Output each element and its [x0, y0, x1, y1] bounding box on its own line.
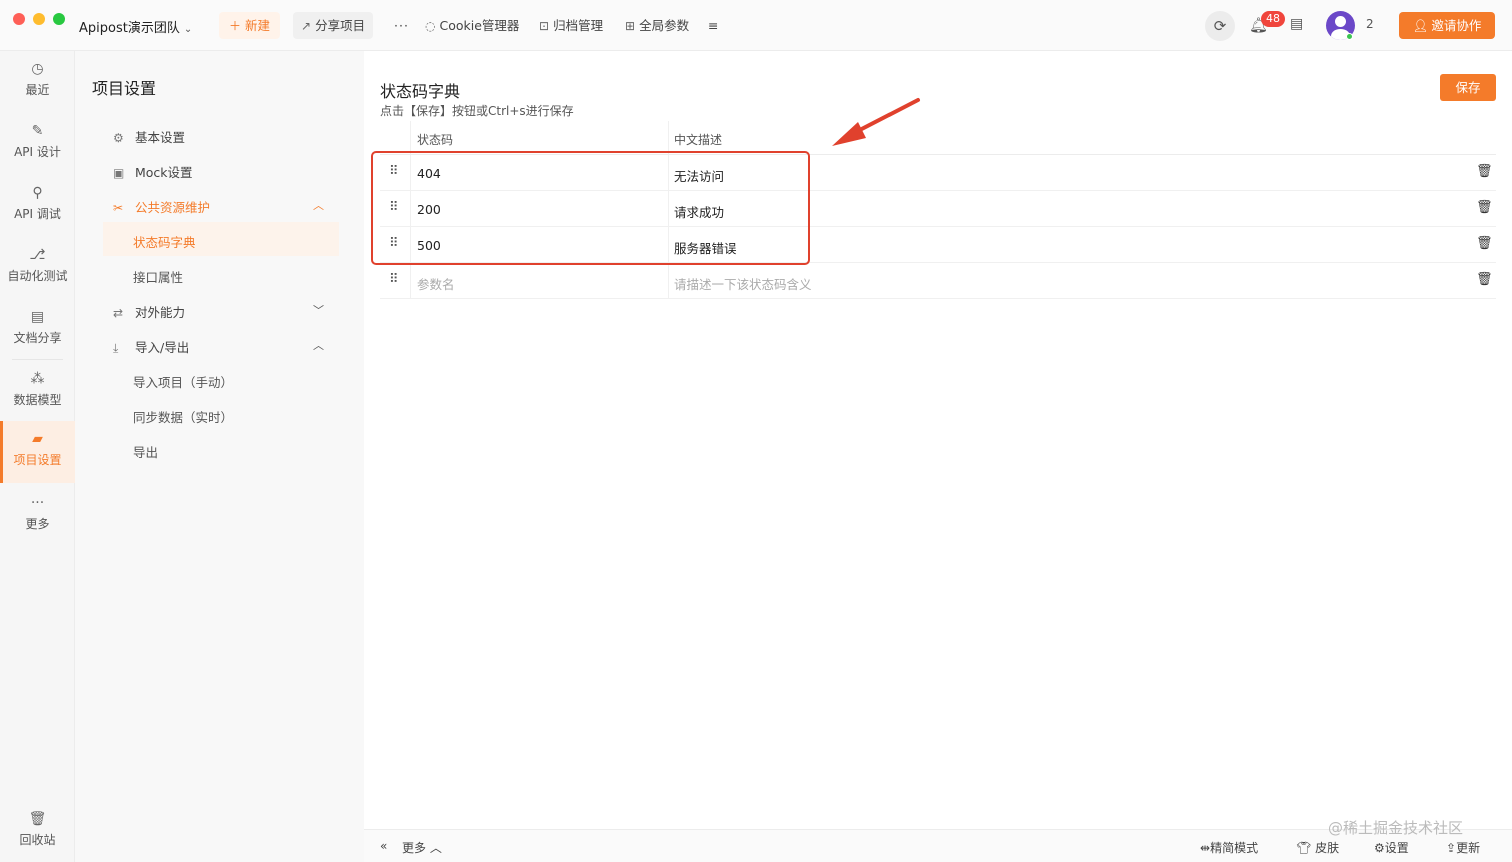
gear-icon: ⚙ — [113, 131, 124, 145]
sync-icon[interactable]: ⟳ — [1205, 11, 1235, 41]
rail-item-recent[interactable]: ◷ 最近 — [0, 61, 75, 105]
tools-icon: ✂ — [113, 201, 124, 215]
save-button[interactable]: 保存 — [1440, 74, 1496, 101]
archive-icon: ⊡ — [539, 19, 550, 33]
collapse-toolbar-icon[interactable]: ≡ — [700, 12, 726, 39]
menu-title: 项目设置 — [92, 79, 157, 98]
compact-icon: ⇹ — [1200, 841, 1211, 855]
user-icon: 👤︎ — [1412, 18, 1429, 33]
import-icon: ⤓ — [113, 341, 119, 355]
new-description-input[interactable]: 请描述一下该状态码含义 — [674, 274, 812, 293]
global-params-button[interactable]: ⊞ 全局参数 — [617, 12, 697, 39]
menu-item-interface-attrs[interactable]: 接口属性 — [133, 267, 183, 286]
rocket-icon: ⚲ — [32, 185, 43, 201]
trash-icon[interactable]: 🗑︎ — [1476, 236, 1493, 251]
new-status-code-input[interactable]: 参数名 — [417, 274, 455, 293]
mock-icon: ▣ — [113, 166, 125, 180]
page-title: 状态码字典 — [380, 82, 461, 101]
plus-icon: ＋ — [229, 19, 242, 33]
online-status-dot — [1346, 33, 1353, 40]
table-header: 状态码 中文描述 — [380, 121, 1496, 155]
skin-button[interactable]: 👕︎ 皮肤 — [1296, 839, 1339, 856]
watermark: @稀土掘金技术社区 — [1328, 819, 1464, 837]
chevron-up-icon[interactable]: ︿ — [313, 337, 324, 353]
rail-item-api-debug[interactable]: ⚲ API 调试 — [0, 185, 75, 229]
rail-item-auto-test[interactable]: ⎇ 自动化测试 — [0, 247, 75, 291]
menu-item-sync-data[interactable]: 同步数据（实时） — [133, 407, 233, 426]
clock-icon: ◷ — [31, 61, 44, 77]
rail-item-doc-share[interactable]: ▤ 文档分享 — [0, 309, 75, 353]
invite-button[interactable]: 👤︎ 邀请协作 — [1399, 12, 1495, 39]
annotation-box — [371, 151, 810, 265]
docs-icon[interactable]: ▤ — [1290, 16, 1303, 32]
archive-manager-button[interactable]: ⊡ 归档管理 — [531, 12, 611, 39]
more-icon: ··· — [30, 495, 45, 511]
shirt-icon: 👕︎ — [1296, 841, 1316, 855]
edit-icon: ✎ — [31, 123, 44, 139]
more-menu-button[interactable]: ··· — [386, 12, 417, 39]
minimize-window-button[interactable] — [33, 13, 45, 25]
notification-badge: 48 — [1261, 11, 1285, 27]
chevron-up-icon[interactable]: ︿ — [313, 197, 324, 213]
trash-icon[interactable]: 🗑︎ — [1476, 200, 1493, 215]
menu-item-export[interactable]: 导出 — [133, 442, 158, 461]
new-button[interactable]: ＋新建 — [219, 12, 281, 39]
rail-divider — [12, 359, 63, 360]
maximize-window-button[interactable] — [53, 13, 65, 25]
share-icon: ↗ — [301, 19, 312, 33]
table-row-new: ⠿ 参数名 请描述一下该状态码含义 🗑︎ — [380, 263, 1496, 299]
menu-item-public-resources[interactable]: ✂ 公共资源维护 — [113, 197, 210, 216]
rail-item-data-model[interactable]: ⁂ 数据模型 — [0, 371, 75, 415]
chevron-up-icon: ︿ — [426, 841, 442, 855]
member-count[interactable]: 2 — [1366, 17, 1374, 31]
drag-handle-icon[interactable]: ⠿ — [389, 272, 398, 287]
rail-item-api-design[interactable]: ✎ API 设计 — [0, 123, 75, 167]
collapse-sidebar-icon[interactable]: « — [380, 839, 387, 853]
menu-item-mock[interactable]: ▣ Mock设置 — [113, 162, 193, 181]
share-project-button[interactable]: ↗ 分享项目 — [293, 12, 374, 39]
annotation-arrow — [832, 98, 920, 146]
chevron-down-icon: ⌄ — [183, 24, 193, 35]
rail-item-trash[interactable]: 🗑︎ 回收站 — [0, 811, 75, 855]
cookie-icon: ◌ — [425, 19, 436, 33]
team-selector[interactable]: Apipost演示团队 ⌄ — [79, 17, 192, 36]
bottom-more-button[interactable]: 更多 ︿ — [402, 839, 442, 856]
flow-icon: ⎇ — [29, 247, 46, 263]
model-icon: ⁂ — [30, 371, 45, 387]
team-name: Apipost演示团队 — [79, 21, 180, 36]
trash-icon[interactable]: 🗑︎ — [1476, 164, 1493, 179]
page-hint: 点击【保存】按钮或Ctrl+s进行保存 — [380, 104, 574, 118]
menu-item-external[interactable]: ⇄ 对外能力 — [113, 302, 185, 321]
settings-button[interactable]: ⚙设置 — [1374, 839, 1409, 856]
cookie-manager-button[interactable]: ◌ Cookie管理器 — [417, 12, 527, 39]
settings-menu: 项目设置 ⚙ 基本设置 ▣ Mock设置 ✂ 公共资源维护 ︿ 状态码字典 接口属性 … — [75, 51, 364, 862]
top-bar: Apipost演示团队 ⌄ ＋新建 ↗ 分享项目 ··· ◌ Cookie管理器 ⊡ 归… — [0, 0, 1512, 51]
external-icon: ⇄ — [113, 306, 124, 320]
gear-icon: ⚙ — [1374, 841, 1385, 855]
left-rail: ◷ 最近 ✎ API 设计 ⚲ API 调试 ⎇ 自动化测试 ▤ 文档分享 ⁂ 数据模型 ▰… — [0, 51, 75, 862]
folder-gear-icon: ▰ — [32, 431, 43, 447]
update-button[interactable]: ⇪更新 — [1446, 839, 1480, 856]
chevron-down-icon[interactable]: ﹀ — [313, 302, 324, 318]
compact-mode-button[interactable]: ⇹精简模式 — [1200, 839, 1258, 856]
header-description: 中文描述 — [674, 133, 723, 147]
menu-item-import-manual[interactable]: 导入项目（手动） — [133, 372, 233, 391]
rail-item-project-settings[interactable]: ▰ 项目设置 — [0, 421, 75, 483]
menu-item-status-dict[interactable]: 状态码字典 — [133, 232, 196, 251]
trash-icon[interactable]: 🗑︎ — [1476, 272, 1493, 287]
rail-item-more[interactable]: ··· 更多 — [0, 495, 75, 539]
header-status-code: 状态码 — [417, 133, 454, 147]
menu-item-import-export[interactable]: ⤓ 导入/导出 — [113, 337, 189, 356]
params-icon: ⊞ — [625, 19, 636, 33]
update-icon: ⇪ — [1446, 841, 1457, 855]
trash-icon: 🗑︎ — [28, 811, 47, 827]
close-window-button[interactable] — [13, 13, 25, 25]
doc-share-icon: ▤ — [30, 309, 45, 325]
menu-item-basic[interactable]: ⚙ 基本设置 — [113, 127, 185, 146]
